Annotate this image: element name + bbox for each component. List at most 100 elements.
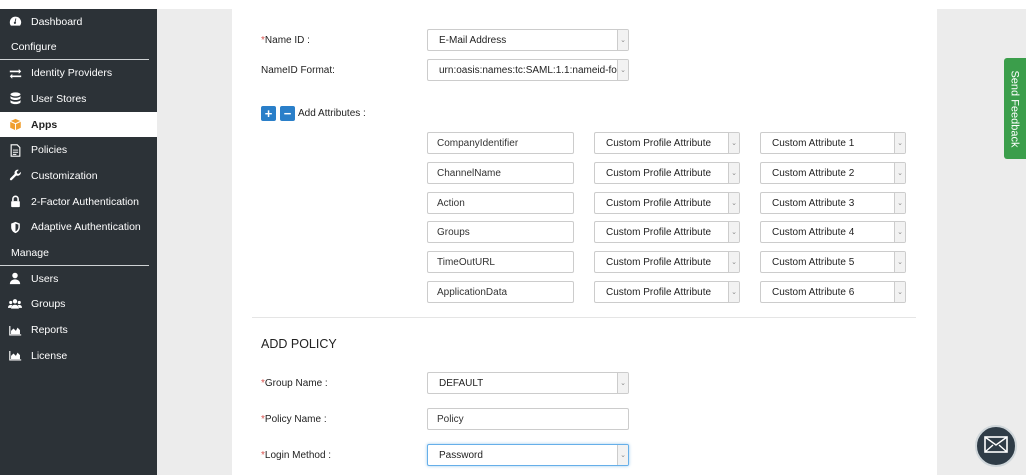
sidebar-item-label: Policies bbox=[31, 144, 68, 157]
attribute-name-input[interactable]: CompanyIdentifier bbox=[427, 132, 574, 154]
chevron-down-icon: ⌄ bbox=[728, 252, 739, 272]
attribute-target-value: Custom Attribute 2 bbox=[772, 167, 855, 179]
dashboard-icon bbox=[8, 15, 22, 29]
attribute-name-input[interactable]: ApplicationData bbox=[427, 281, 574, 303]
shield-icon bbox=[8, 220, 22, 234]
name-id-label: *Name ID : bbox=[261, 35, 310, 46]
users-group-icon bbox=[8, 297, 22, 311]
chevron-down-icon: ⌄ bbox=[894, 193, 905, 213]
attribute-type-select[interactable]: Custom Profile Attribute ⌄ bbox=[594, 162, 740, 184]
sidebar: Dashboard Configure Identity Providers U… bbox=[0, 9, 157, 475]
sidebar-item-license[interactable]: License bbox=[0, 343, 157, 369]
chevron-down-icon: ⌄ bbox=[894, 282, 905, 302]
sidebar-item-policies[interactable]: Policies bbox=[0, 137, 157, 163]
database-icon bbox=[8, 92, 22, 106]
chevron-down-icon: ⌄ bbox=[894, 252, 905, 272]
top-strip bbox=[0, 0, 1026, 9]
attribute-name-input[interactable]: Groups bbox=[427, 221, 574, 243]
chevron-down-icon: ⌄ bbox=[617, 30, 628, 50]
chevron-down-icon: ⌄ bbox=[617, 445, 628, 465]
attribute-target-value: Custom Attribute 1 bbox=[772, 137, 855, 149]
name-id-select[interactable]: E-Mail Address ⌄ bbox=[427, 29, 629, 51]
attribute-target-select[interactable]: Custom Attribute 2 ⌄ bbox=[760, 162, 906, 184]
manage-section-header: Manage bbox=[0, 240, 149, 266]
attribute-target-select[interactable]: Custom Attribute 1 ⌄ bbox=[760, 132, 906, 154]
plus-icon: + bbox=[264, 106, 273, 121]
document-icon bbox=[8, 143, 22, 157]
attribute-target-select[interactable]: Custom Attribute 6 ⌄ bbox=[760, 281, 906, 303]
chevron-down-icon: ⌄ bbox=[894, 133, 905, 153]
sidebar-item-users[interactable]: Users bbox=[0, 266, 157, 292]
attribute-type-value: Custom Profile Attribute bbox=[606, 167, 712, 179]
remove-attribute-button[interactable]: − bbox=[280, 106, 295, 121]
configure-section-header: Configure bbox=[0, 35, 149, 61]
sidebar-item-reports[interactable]: Reports bbox=[0, 317, 157, 343]
sidebar-item-user-stores[interactable]: User Stores bbox=[0, 86, 157, 112]
attribute-type-select[interactable]: Custom Profile Attribute ⌄ bbox=[594, 132, 740, 154]
nameid-format-select[interactable]: urn:oasis:names:tc:SAML:1.1:nameid-forma… bbox=[427, 59, 629, 81]
attribute-type-value: Custom Profile Attribute bbox=[606, 137, 712, 149]
attribute-type-value: Custom Profile Attribute bbox=[606, 286, 712, 298]
name-id-value: E-Mail Address bbox=[439, 34, 507, 46]
chevron-down-icon: ⌄ bbox=[617, 373, 628, 393]
attribute-type-value: Custom Profile Attribute bbox=[606, 197, 712, 209]
sidebar-item-2fa[interactable]: 2-Factor Authentication bbox=[0, 189, 157, 215]
envelope-icon bbox=[984, 436, 1008, 456]
chevron-down-icon: ⌄ bbox=[894, 222, 905, 242]
nameid-format-value: urn:oasis:names:tc:SAML:1.1:nameid-forma… bbox=[439, 64, 629, 76]
attribute-target-select[interactable]: Custom Attribute 3 ⌄ bbox=[760, 192, 906, 214]
attribute-type-select[interactable]: Custom Profile Attribute ⌄ bbox=[594, 281, 740, 303]
attribute-target-value: Custom Attribute 3 bbox=[772, 197, 855, 209]
attribute-target-value: Custom Attribute 5 bbox=[772, 256, 855, 268]
attribute-name-input[interactable]: ChannelName bbox=[427, 162, 574, 184]
chevron-down-icon: ⌄ bbox=[617, 60, 628, 80]
sidebar-item-dashboard[interactable]: Dashboard bbox=[0, 9, 157, 35]
attribute-type-value: Custom Profile Attribute bbox=[606, 256, 712, 268]
attribute-target-select[interactable]: Custom Attribute 5 ⌄ bbox=[760, 251, 906, 273]
section-divider bbox=[252, 317, 916, 318]
lock-icon bbox=[8, 195, 22, 209]
sidebar-item-label: Users bbox=[31, 272, 59, 285]
chevron-down-icon: ⌄ bbox=[728, 222, 739, 242]
wrench-icon bbox=[8, 169, 22, 183]
attribute-target-value: Custom Attribute 6 bbox=[772, 286, 855, 298]
attribute-name-input[interactable]: Action bbox=[427, 192, 574, 214]
login-method-select[interactable]: Password ⌄ bbox=[427, 444, 629, 466]
add-attributes-label: Add Attributes : bbox=[298, 108, 366, 119]
user-icon bbox=[8, 272, 22, 286]
sidebar-item-label: Adaptive Authentication bbox=[31, 221, 141, 234]
sidebar-item-label: License bbox=[31, 349, 68, 362]
area-chart-icon bbox=[8, 323, 22, 337]
sidebar-item-label: User Stores bbox=[31, 92, 87, 105]
sidebar-item-label: Apps bbox=[31, 118, 58, 131]
sidebar-item-label: Customization bbox=[31, 169, 98, 182]
nameid-format-label: NameID Format: bbox=[261, 65, 335, 76]
attribute-name-input[interactable]: TimeOutURL bbox=[427, 251, 574, 273]
login-method-label: *Login Method : bbox=[261, 450, 332, 461]
attribute-target-select[interactable]: Custom Attribute 4 ⌄ bbox=[760, 221, 906, 243]
group-name-select[interactable]: DEFAULT ⌄ bbox=[427, 372, 629, 394]
chevron-down-icon: ⌄ bbox=[894, 163, 905, 183]
sidebar-item-identity-providers[interactable]: Identity Providers bbox=[0, 60, 157, 86]
sidebar-item-label: Dashboard bbox=[31, 15, 83, 28]
send-feedback-tab[interactable]: Send Feedback bbox=[1004, 58, 1026, 159]
attribute-type-select[interactable]: Custom Profile Attribute ⌄ bbox=[594, 221, 740, 243]
group-name-label: *Group Name : bbox=[261, 378, 328, 389]
attribute-type-select[interactable]: Custom Profile Attribute ⌄ bbox=[594, 192, 740, 214]
chevron-down-icon: ⌄ bbox=[728, 163, 739, 183]
add-attribute-button[interactable]: + bbox=[261, 106, 276, 121]
sidebar-item-label: 2-Factor Authentication bbox=[31, 195, 139, 208]
attribute-type-select[interactable]: Custom Profile Attribute ⌄ bbox=[594, 251, 740, 273]
chevron-down-icon: ⌄ bbox=[728, 282, 739, 302]
sidebar-item-customization[interactable]: Customization bbox=[0, 163, 157, 189]
sidebar-item-label: Reports bbox=[31, 324, 68, 337]
minus-icon: − bbox=[283, 106, 292, 121]
sidebar-item-adaptive-auth[interactable]: Adaptive Authentication bbox=[0, 215, 157, 241]
policy-name-input[interactable]: Policy bbox=[427, 408, 629, 430]
sidebar-item-apps[interactable]: Apps bbox=[0, 111, 157, 138]
exchange-icon bbox=[8, 66, 22, 80]
sidebar-item-groups[interactable]: Groups bbox=[0, 292, 157, 318]
contact-mail-button[interactable] bbox=[975, 425, 1017, 467]
attribute-type-value: Custom Profile Attribute bbox=[606, 226, 712, 238]
cube-icon bbox=[8, 118, 22, 132]
